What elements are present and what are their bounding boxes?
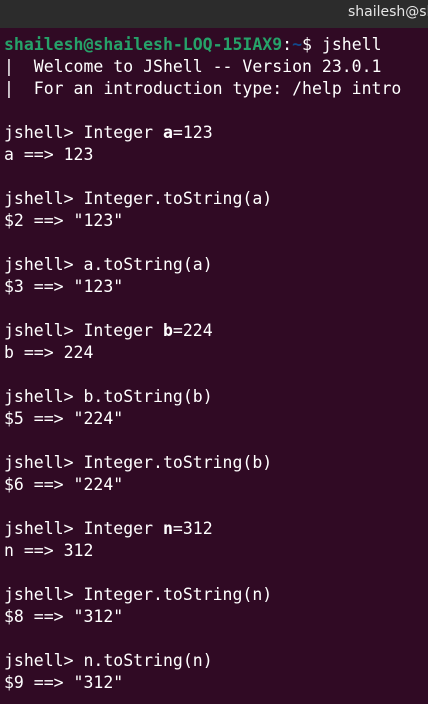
prompt-symbol: $: [302, 35, 322, 54]
jshell-input-line: jshell> Integer b=224: [4, 320, 213, 342]
prompt-command: jshell: [321, 35, 382, 54]
jshell-input-text: a.toString(a): [83, 255, 213, 274]
jshell-input-line: jshell> Integer a=123: [4, 122, 213, 144]
shell-prompt-line: shailesh@shailesh-LOQ-15IAX9:~$ jshell: [4, 34, 382, 56]
jshell-input-line: jshell> b.toString(b): [4, 386, 213, 408]
jshell-output-line: $6 ==> "224": [4, 475, 124, 494]
title-bar: shailesh@shailesh-LOQ-15IAX9: ~: [0, 0, 428, 28]
jshell-output-line: n ==> 312: [4, 541, 94, 560]
jshell-output-line: $9 ==> "312": [4, 673, 124, 692]
banner-line: | Welcome to JShell -- Version 23.0.1: [4, 57, 382, 76]
banner-line: | For an introduction type: /help intro: [4, 79, 402, 98]
jshell-prompt: jshell>: [4, 255, 84, 274]
jshell-prompt: jshell>: [4, 453, 84, 472]
jshell-input-text: Integer.toString(a): [83, 189, 273, 208]
jshell-input-variable: a: [162, 123, 173, 142]
jshell-input-line: jshell> Integer.toString(a): [4, 188, 272, 210]
jshell-prompt: jshell>: [4, 585, 84, 604]
jshell-input-text: Integer.toString(n): [83, 585, 273, 604]
jshell-input-variable: b: [162, 321, 173, 340]
jshell-input-value: =224: [172, 321, 213, 340]
jshell-prompt: jshell>: [4, 519, 84, 538]
jshell-input-text: n.toString(n): [83, 651, 213, 670]
terminal-output[interactable]: shailesh@shailesh-LOQ-15IAX9:~$ jshell |…: [0, 28, 428, 704]
jshell-input-line: jshell> Integer.toString(n): [4, 584, 272, 606]
jshell-output-line: $2 ==> "123": [4, 211, 124, 230]
jshell-input-text: Integer: [83, 321, 163, 340]
prompt-separator: :: [282, 35, 293, 54]
jshell-output-line: $3 ==> "123": [4, 277, 124, 296]
prompt-path: ~: [292, 35, 303, 54]
jshell-output-line: $5 ==> "224": [4, 409, 124, 428]
jshell-input-variable: n: [162, 519, 173, 538]
jshell-prompt: jshell>: [4, 123, 84, 142]
jshell-input-value: =123: [172, 123, 213, 142]
jshell-input-line: jshell> n.toString(n): [4, 650, 213, 672]
jshell-input-value: =312: [172, 519, 213, 538]
jshell-input-line: jshell> Integer n=312: [4, 518, 213, 540]
prompt-user-host: shailesh@shailesh-LOQ-15IAX9: [4, 35, 283, 54]
jshell-prompt: jshell>: [4, 321, 84, 340]
window-title: shailesh@shailesh-LOQ-15IAX9: ~: [348, 4, 428, 20]
jshell-input-text: Integer: [83, 123, 163, 142]
jshell-prompt: jshell>: [4, 189, 84, 208]
jshell-input-text: b.toString(b): [83, 387, 213, 406]
jshell-prompt: jshell>: [4, 651, 84, 670]
jshell-output-line: b ==> 224: [4, 343, 94, 362]
jshell-input-line: jshell> a.toString(a): [4, 254, 213, 276]
jshell-input-text: Integer: [83, 519, 163, 538]
jshell-input-line: jshell> Integer.toString(b): [4, 452, 272, 474]
jshell-prompt: jshell>: [4, 387, 84, 406]
jshell-output-line: a ==> 123: [4, 145, 94, 164]
jshell-input-text: Integer.toString(b): [83, 453, 273, 472]
jshell-output-line: $8 ==> "312": [4, 607, 124, 626]
